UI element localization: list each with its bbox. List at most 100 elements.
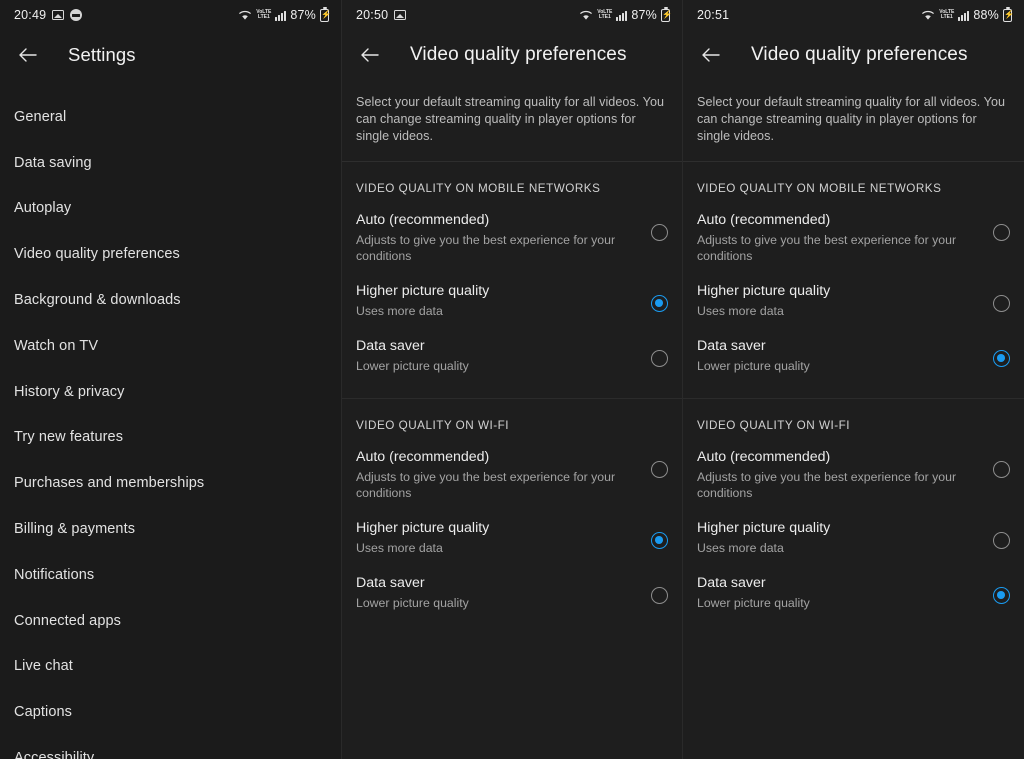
section-header-mobile-networks: VIDEO QUALITY ON MOBILE NETWORKS (697, 182, 942, 195)
volte-icon: VoLTE LTE1 (256, 10, 271, 20)
status-bar-left: 20:49 (14, 8, 83, 22)
option-subtitle: Lower picture quality (356, 359, 469, 373)
sidebar-item-data-saving[interactable]: Data saving (0, 140, 341, 186)
sidebar-item-autoplay[interactable]: Autoplay (0, 186, 341, 232)
option-data-saver-wifi[interactable]: Data saver Lower picture quality (342, 566, 682, 621)
sidebar-item-captions[interactable]: Captions (0, 689, 341, 735)
volte-bottom-label: LTE1 (940, 14, 953, 20)
section-header-mobile-networks: VIDEO QUALITY ON MOBILE NETWORKS (356, 182, 601, 195)
option-subtitle: Uses more data (697, 541, 784, 555)
option-data-saver-mobile[interactable]: Data saver Lower picture quality (342, 329, 682, 384)
option-data-saver-wifi[interactable]: Data saver Lower picture quality (683, 566, 1024, 621)
radio-button-data-saver-wifi[interactable] (651, 587, 668, 604)
option-text: Auto (recommended) Adjusts to give you t… (697, 448, 993, 501)
sidebar-item-background-downloads[interactable]: Background & downloads (0, 277, 341, 323)
radio-button-data-saver-mobile[interactable] (651, 350, 668, 367)
battery-icon (320, 6, 329, 22)
radio-button-data-saver-mobile[interactable] (993, 350, 1010, 367)
status-bar-clock: 20:49 (14, 8, 47, 22)
settings-menu-list: General Data saving Autoplay Video quali… (0, 80, 341, 759)
battery-percent-label: 87% (290, 8, 316, 22)
back-arrow-icon[interactable] (358, 43, 382, 67)
status-bar: 20:49 VoLTE LTE1 87% (0, 0, 341, 30)
option-text: Data saver Lower picture quality (697, 337, 993, 374)
radio-button-data-saver-wifi[interactable] (993, 587, 1010, 604)
option-title: Higher picture quality (697, 520, 831, 536)
settings-screen-panel: 20:49 VoLTE LTE1 87% Setting (0, 0, 341, 759)
option-title: Data saver (697, 338, 766, 354)
radio-button-higher-wifi[interactable] (993, 532, 1010, 549)
sidebar-item-accessibility[interactable]: Accessibility (0, 735, 341, 759)
sidebar-item-billing-payments[interactable]: Billing & payments (0, 506, 341, 552)
option-higher-picture-quality-mobile[interactable]: Higher picture quality Uses more data (683, 274, 1024, 329)
volte-icon: VoLTE LTE1 (597, 10, 612, 20)
option-text: Higher picture quality Uses more data (697, 519, 993, 556)
option-auto-recommended-wifi[interactable]: Auto (recommended) Adjusts to give you t… (342, 440, 682, 511)
status-bar: 20:50 VoLTE LTE1 87% (342, 0, 682, 30)
option-title: Auto (recommended) (697, 212, 831, 228)
option-title: Data saver (697, 575, 766, 591)
signal-bars-icon (958, 10, 970, 21)
sidebar-item-general[interactable]: General (0, 94, 341, 140)
option-title: Higher picture quality (356, 283, 490, 299)
photo-icon (52, 10, 65, 20)
option-title: Auto (recommended) (697, 449, 831, 465)
option-auto-recommended-wifi[interactable]: Auto (recommended) Adjusts to give you t… (683, 440, 1024, 511)
battery-icon (661, 6, 670, 22)
status-bar-clock: 20:51 (697, 8, 730, 22)
wifi-icon (921, 10, 935, 21)
status-bar-right: VoLTE LTE1 88% (921, 6, 1012, 22)
section-header-wifi: VIDEO QUALITY ON WI-FI (356, 419, 509, 432)
back-arrow-icon[interactable] (699, 43, 723, 67)
wifi-icon (579, 10, 593, 21)
sidebar-item-watch-on-tv[interactable]: Watch on TV (0, 323, 341, 369)
option-text: Data saver Lower picture quality (356, 574, 651, 611)
status-bar-clock: 20:50 (356, 8, 389, 22)
option-auto-recommended-mobile[interactable]: Auto (recommended) Adjusts to give you t… (683, 203, 1024, 274)
sidebar-item-live-chat[interactable]: Live chat (0, 644, 341, 690)
option-higher-picture-quality-wifi[interactable]: Higher picture quality Uses more data (683, 511, 1024, 566)
option-subtitle: Adjusts to give you the best experience … (697, 233, 957, 263)
page-description: Select your default streaming quality fo… (697, 95, 1006, 143)
radio-button-higher-wifi[interactable] (651, 532, 668, 549)
app-bar: Video quality preferences (683, 30, 1024, 80)
option-higher-picture-quality-wifi[interactable]: Higher picture quality Uses more data (342, 511, 682, 566)
option-text: Higher picture quality Uses more data (356, 519, 651, 556)
option-text: Data saver Lower picture quality (356, 337, 651, 374)
sidebar-item-notifications[interactable]: Notifications (0, 552, 341, 598)
video-quality-higher-panel: 20:50 VoLTE LTE1 87% Video quality pr (341, 0, 682, 759)
page-title: Video quality preferences (751, 44, 968, 65)
option-higher-picture-quality-mobile[interactable]: Higher picture quality Uses more data (342, 274, 682, 329)
option-title: Auto (recommended) (356, 212, 490, 228)
option-title: Data saver (356, 338, 425, 354)
radio-button-higher-mobile[interactable] (993, 295, 1010, 312)
battery-percent-label: 88% (973, 8, 999, 22)
page-description: Select your default streaming quality fo… (356, 95, 665, 143)
sidebar-item-purchases-memberships[interactable]: Purchases and memberships (0, 460, 341, 506)
option-subtitle: Uses more data (356, 304, 443, 318)
radio-button-auto-wifi[interactable] (651, 461, 668, 478)
radio-button-auto-mobile[interactable] (993, 224, 1010, 241)
back-arrow-icon[interactable] (16, 43, 40, 67)
radio-button-auto-mobile[interactable] (651, 224, 668, 241)
signal-bars-icon (616, 10, 628, 21)
option-text: Auto (recommended) Adjusts to give you t… (356, 211, 651, 264)
radio-button-higher-mobile[interactable] (651, 295, 668, 312)
status-bar-left: 20:50 (356, 8, 407, 22)
option-subtitle: Lower picture quality (697, 596, 810, 610)
video-quality-data-saver-panel: 20:51 VoLTE LTE1 88% Video quality prefe… (682, 0, 1024, 759)
sidebar-item-history-privacy[interactable]: History & privacy (0, 369, 341, 415)
option-text: Auto (recommended) Adjusts to give you t… (356, 448, 651, 501)
app-bar: Settings (0, 30, 341, 80)
sidebar-item-try-new-features[interactable]: Try new features (0, 415, 341, 461)
option-subtitle: Lower picture quality (356, 596, 469, 610)
option-auto-recommended-mobile[interactable]: Auto (recommended) Adjusts to give you t… (342, 203, 682, 274)
sidebar-item-video-quality-preferences[interactable]: Video quality preferences (0, 231, 341, 277)
photo-icon (394, 10, 407, 20)
radio-button-auto-wifi[interactable] (993, 461, 1010, 478)
screenshot-triptych: 20:49 VoLTE LTE1 87% Setting (0, 0, 1024, 759)
option-text: Data saver Lower picture quality (697, 574, 993, 611)
wifi-icon (238, 10, 252, 21)
sidebar-item-connected-apps[interactable]: Connected apps (0, 598, 341, 644)
option-data-saver-mobile[interactable]: Data saver Lower picture quality (683, 329, 1024, 384)
